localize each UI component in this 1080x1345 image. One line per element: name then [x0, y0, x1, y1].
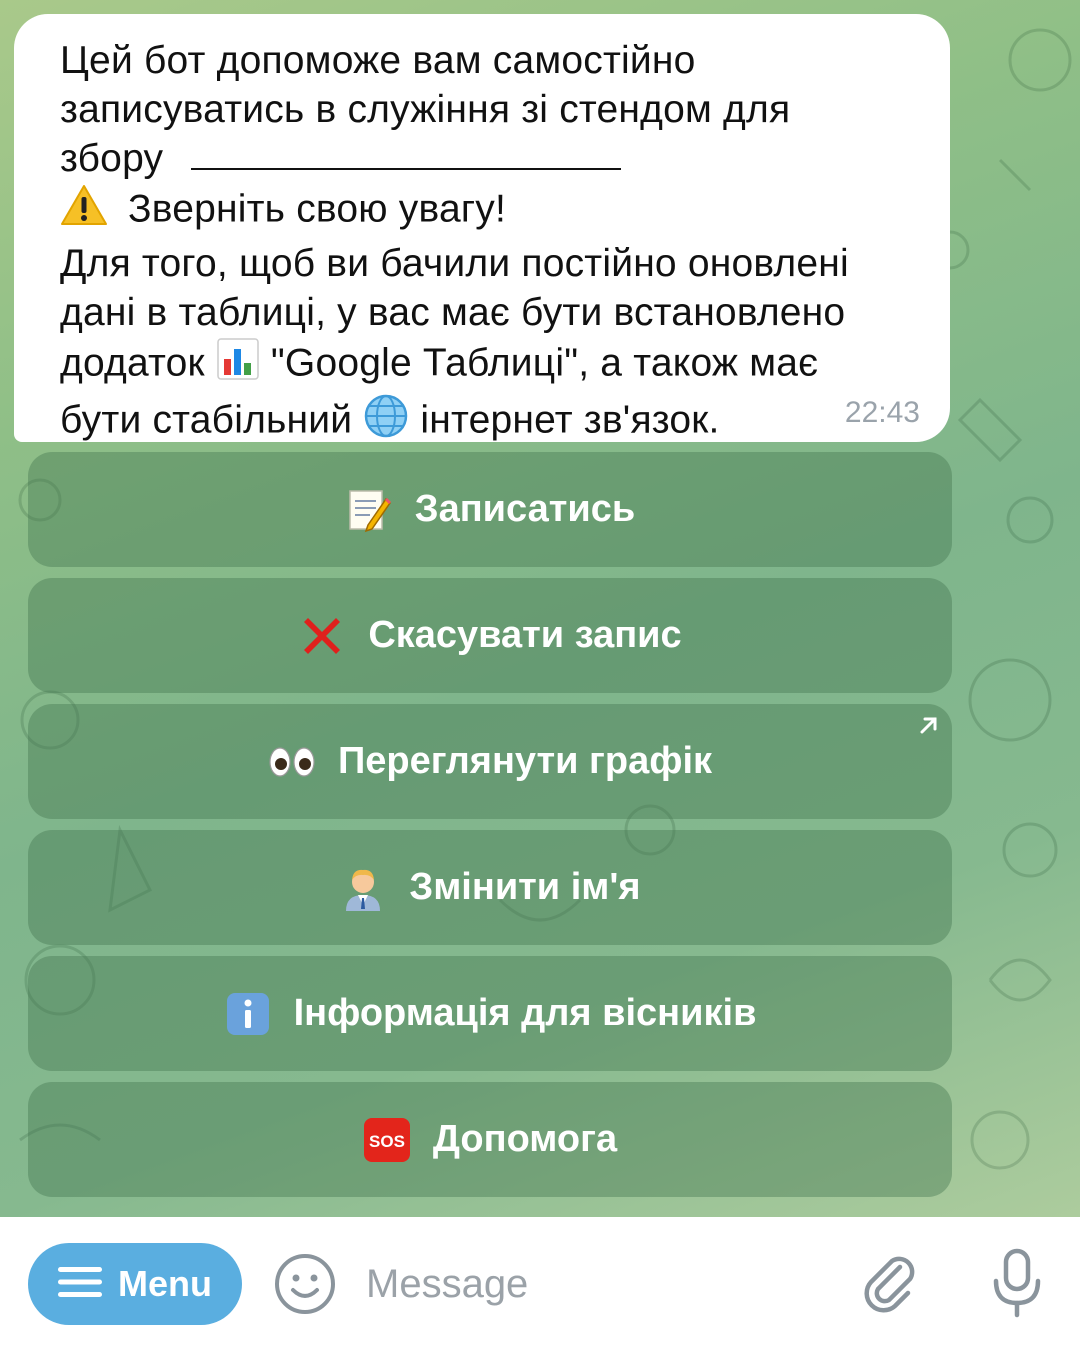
information-icon: [224, 990, 272, 1038]
cancel-signup-button[interactable]: Скасувати запис: [28, 578, 952, 693]
divider-line: [191, 167, 622, 170]
paperclip-icon[interactable]: [860, 1251, 924, 1315]
button-label: Переглянути графік: [337, 740, 713, 782]
change-name-button[interactable]: Змінити ім'я: [28, 830, 952, 945]
bot-menu-button[interactable]: Menu: [28, 1243, 242, 1325]
bar-chart-icon: [216, 337, 260, 393]
memo-icon: [345, 486, 393, 534]
button-label: Інформація для вісників: [293, 992, 757, 1034]
sos-icon: SOS: [363, 1116, 411, 1164]
chat-background: Цей бот допоможе вам самостійно записува…: [0, 0, 1080, 1217]
microphone-icon[interactable]: [986, 1247, 1048, 1319]
info-for-publishers-button[interactable]: Інформація для вісників: [28, 956, 952, 1071]
globe-icon: [363, 393, 409, 451]
button-label: Змінити ім'я: [409, 866, 641, 908]
message-line: дані в таблиці, у вас має бути встановле…: [60, 291, 846, 334]
message-text: додаток: [60, 341, 205, 385]
message-text: інтернет зв'язок.: [420, 398, 720, 442]
message-line: бути стабільний інтернет зв'язок.: [60, 393, 910, 451]
view-schedule-button[interactable]: Переглянути графік: [28, 704, 952, 819]
message-timestamp: 22:43: [844, 396, 920, 429]
button-label: Записатись: [414, 488, 636, 530]
message-line: додаток "Google Таблиці", а також має: [60, 337, 910, 393]
message-input-bar: Menu: [0, 1217, 1080, 1345]
warning-icon: [60, 183, 108, 239]
message-input[interactable]: [366, 1251, 836, 1317]
signup-button[interactable]: Записатись: [28, 452, 952, 567]
button-label: Допомога: [432, 1118, 618, 1160]
message-line: Для того, щоб ви бачили постійно оновлен…: [60, 242, 849, 285]
eyes-icon: [268, 738, 316, 786]
external-link-arrow-icon: [918, 714, 940, 736]
message-line: Цей бот допоможе вам самостійно: [60, 39, 696, 82]
button-label: Скасувати запис: [368, 614, 682, 656]
message-text: збору: [60, 137, 164, 180]
emoji-icon[interactable]: [272, 1251, 338, 1317]
message-text: Зверніть свою увагу!: [128, 187, 507, 231]
svg-text:SOS: SOS: [369, 1132, 405, 1151]
message-text: бути стабільний: [60, 398, 353, 442]
message-line: записуватись в служіння зі стендом для: [60, 88, 791, 131]
office-worker-icon: [339, 864, 387, 912]
help-button[interactable]: SOS Допомога: [28, 1082, 952, 1197]
hamburger-icon: [58, 1265, 102, 1304]
message-line: збору: [60, 134, 910, 183]
cross-mark-icon: [298, 612, 346, 660]
menu-label: Menu: [118, 1263, 212, 1304]
message-line: Зверніть свою увагу!: [60, 183, 910, 239]
bot-message-bubble: Цей бот допоможе вам самостійно записува…: [14, 14, 950, 442]
message-text: "Google Таблиці", а також має: [270, 341, 819, 385]
